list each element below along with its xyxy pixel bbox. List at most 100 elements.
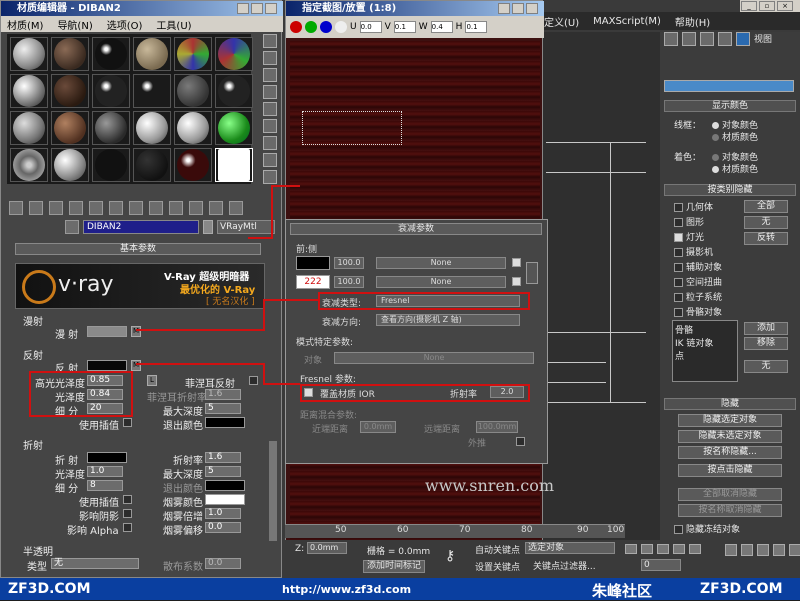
extrapolate-checkbox[interactable] — [516, 437, 525, 446]
minimize-icon[interactable]: _ — [741, 1, 757, 11]
reflect-color-swatch[interactable] — [87, 360, 127, 371]
affect-alpha-checkbox[interactable] — [123, 523, 132, 532]
affect-shadows-checkbox[interactable] — [123, 509, 132, 518]
sample-slot[interactable] — [51, 148, 89, 182]
lock-hilight-button[interactable]: L — [147, 375, 157, 386]
rollout-scrollbar[interactable] — [269, 441, 277, 541]
create-icon[interactable] — [664, 32, 678, 46]
material-name-field[interactable]: DIBAN2 — [83, 220, 199, 234]
refract-color-swatch[interactable] — [87, 452, 127, 463]
next-frame-icon[interactable] — [673, 544, 685, 554]
make-unique-icon[interactable] — [109, 201, 123, 215]
fog-bias-field[interactable]: 0.0 — [205, 522, 241, 533]
sample-slot[interactable] — [215, 74, 253, 108]
key-icon[interactable]: ⚷ — [445, 548, 455, 564]
shade-material-color[interactable]: 材质颜色 — [712, 162, 758, 175]
sample-slot[interactable] — [51, 37, 89, 71]
prev-frame-icon[interactable] — [641, 544, 653, 554]
zoom-extents-all-icon[interactable] — [773, 544, 785, 556]
diffuse-map-button[interactable]: M — [131, 326, 141, 337]
refr-subdivs-field[interactable]: 8 — [87, 480, 123, 491]
sample-slot[interactable] — [133, 111, 171, 145]
front-map-checkbox[interactable] — [512, 258, 521, 267]
refr-use-interp-checkbox[interactable] — [123, 495, 132, 504]
sample-slot[interactable] — [133, 74, 171, 108]
sample-slot[interactable] — [92, 37, 130, 71]
maximize-icon[interactable] — [251, 3, 263, 14]
category-lights[interactable]: 灯光 — [674, 230, 704, 243]
sample-slot[interactable] — [92, 148, 130, 182]
sample-slot[interactable] — [10, 148, 48, 182]
go-to-parent-icon[interactable] — [209, 201, 223, 215]
falloff-rollout[interactable]: 衰减参数 — [290, 223, 542, 235]
sample-slot[interactable] — [51, 111, 89, 145]
remove-button[interactable]: 移除 — [744, 337, 788, 350]
maximize-icon[interactable] — [512, 3, 524, 14]
hide-unselected-button[interactable]: 隐藏未选定对象 — [678, 430, 782, 443]
invert-button[interactable]: 反转 — [744, 232, 788, 245]
viewport[interactable] — [540, 32, 660, 552]
assign-to-selection-icon[interactable] — [49, 201, 63, 215]
show-map-icon[interactable] — [169, 201, 183, 215]
category-particles[interactable]: 粒子系统 — [674, 290, 722, 303]
go-to-start-icon[interactable] — [625, 544, 637, 554]
hierarchy-icon[interactable] — [700, 32, 714, 46]
motion-icon[interactable] — [718, 32, 732, 46]
category-cameras[interactable]: 摄影机 — [674, 245, 713, 258]
sample-type-icon[interactable] — [263, 34, 277, 48]
unhide-by-name-button[interactable]: 按名称取消隐藏 — [678, 504, 782, 517]
display-icon[interactable] — [736, 32, 750, 46]
diffuse-color-swatch[interactable] — [87, 326, 127, 337]
material-type-button[interactable]: VRayMtl — [217, 220, 275, 234]
category-helpers[interactable]: 辅助对象 — [674, 260, 722, 273]
side-map-button[interactable]: None — [376, 276, 506, 288]
w-field[interactable]: 0.4 — [430, 21, 453, 33]
fresnel-checkbox[interactable] — [249, 376, 258, 385]
menu-help[interactable]: 帮助(H) — [675, 14, 710, 29]
refr-ior-field[interactable]: 1.6 — [205, 452, 241, 463]
restore-icon[interactable]: ▫ — [759, 1, 775, 11]
menu-maxscript[interactable]: MAXScript(M) — [593, 16, 661, 27]
sample-slot[interactable] — [92, 74, 130, 108]
side-color-swatch[interactable]: 222 — [296, 275, 330, 289]
red-channel-icon[interactable] — [290, 21, 302, 33]
object-name-field[interactable] — [664, 80, 794, 92]
go-forward-sibling-icon[interactable] — [229, 201, 243, 215]
hide-by-category-rollout[interactable]: 按类别隐藏 — [664, 184, 796, 196]
zoom-icon[interactable] — [725, 544, 737, 556]
get-material-icon[interactable] — [9, 201, 23, 215]
show-end-result-icon[interactable] — [189, 201, 203, 215]
display-color-rollout[interactable]: 显示颜色 — [664, 100, 796, 112]
u-field[interactable]: 0.0 — [359, 21, 382, 33]
category-shapes[interactable]: 图形 — [674, 215, 704, 228]
translucency-type-select[interactable]: 无 — [51, 558, 139, 569]
scatter-field[interactable]: 0.0 — [205, 558, 241, 569]
sample-slot[interactable] — [174, 148, 212, 182]
none-button-2[interactable]: 无 — [744, 360, 788, 373]
sample-slot[interactable] — [133, 37, 171, 71]
material-map-navigator-icon[interactable] — [263, 170, 277, 184]
play-icon[interactable] — [657, 544, 669, 554]
all-button[interactable]: 全部 — [744, 200, 788, 213]
pan-icon[interactable] — [789, 544, 800, 556]
sample-slot[interactable] — [215, 111, 253, 145]
put-to-library-icon[interactable] — [129, 201, 143, 215]
fog-color-swatch[interactable] — [205, 494, 245, 505]
reset-map-icon[interactable] — [69, 201, 83, 215]
sample-slot[interactable] — [174, 37, 212, 71]
hide-by-hit-button[interactable]: 按点击隐藏 — [678, 464, 782, 477]
refr-exit-color-swatch[interactable] — [205, 480, 245, 491]
video-check-icon[interactable] — [263, 102, 277, 116]
menu-navigation[interactable]: 导航(N) — [57, 17, 92, 32]
make-preview-icon[interactable] — [263, 119, 277, 133]
fresnel-ior-field[interactable]: 1.6 — [205, 389, 241, 400]
sample-slot[interactable] — [174, 111, 212, 145]
select-by-material-icon[interactable] — [263, 153, 277, 167]
hide-frozen-checkbox[interactable]: 隐藏冻结对象 — [674, 522, 740, 535]
front-map-button[interactable]: None — [376, 257, 506, 269]
category-spacewarps[interactable]: 空间扭曲 — [674, 275, 722, 288]
minimize-icon[interactable] — [498, 3, 510, 14]
timeline-ruler[interactable]: 50 60 70 80 90 100 — [285, 524, 625, 538]
side-map-checkbox[interactable] — [512, 277, 521, 286]
put-to-scene-icon[interactable] — [29, 201, 43, 215]
